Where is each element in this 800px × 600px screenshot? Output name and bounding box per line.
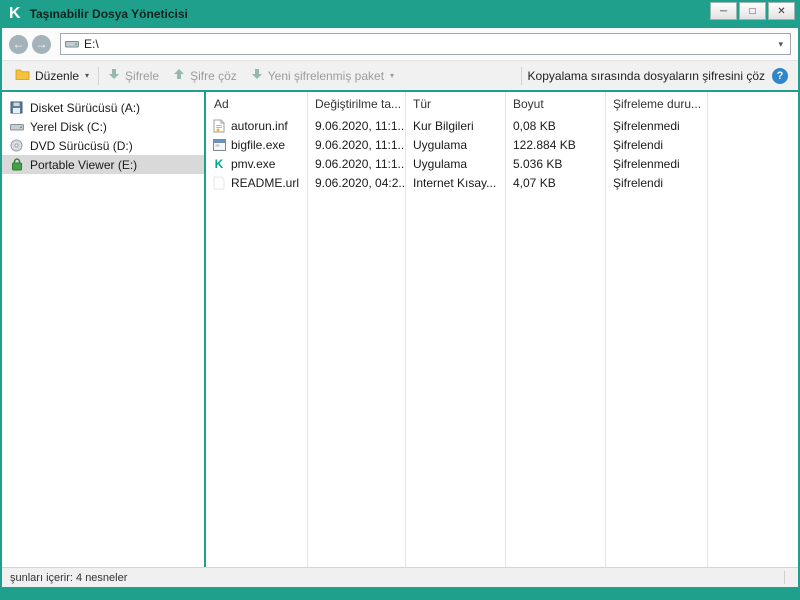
folder-icon <box>15 68 30 83</box>
kaspersky-logo-icon: K <box>9 5 21 22</box>
column-header-encryption-status[interactable]: Şifreleme duru... <box>605 97 707 111</box>
copy-decrypt-group: Kopyalama sırasında dosyaların şifresini… <box>524 67 792 84</box>
maximize-button[interactable]: □ <box>739 2 766 20</box>
file-row-readme[interactable]: README.url 9.06.2020, 04:2... Internet K… <box>206 173 798 192</box>
toolbar: Düzenle ▾ Şifrele Şifre çöz Yeni şifrele… <box>2 61 798 90</box>
content-area: Disket Sürücüsü (A:) Yerel Disk (C:) DVD… <box>2 92 798 567</box>
dvd-icon <box>9 139 24 152</box>
encrypt-button[interactable]: Şifrele <box>101 61 166 90</box>
file-name: bigfile.exe <box>231 137 286 152</box>
sidebar-item-dvd-d[interactable]: DVD Sürücüsü (D:) <box>2 136 204 155</box>
column-header-size[interactable]: Boyut <box>505 97 605 111</box>
copy-decrypt-label: Kopyalama sırasında dosyaların şifresini… <box>527 68 765 83</box>
file-size: 4,07 KB <box>513 175 556 190</box>
file-row-autorun[interactable]: autorun.inf 9.06.2020, 11:1... Kur Bilgi… <box>206 116 798 135</box>
title-bar: K Taşınabilir Dosya Yöneticisi ─ □ ✕ <box>2 0 798 28</box>
decrypt-label: Şifre çöz <box>190 68 237 83</box>
sidebar-item-label: DVD Sürücüsü (D:) <box>30 138 133 153</box>
toolbar-divider <box>98 66 100 85</box>
back-button[interactable]: ← <box>9 34 28 54</box>
file-encryption-status: Şifrelendi <box>613 137 664 152</box>
address-bar[interactable]: E:\ ▾ <box>60 33 791 55</box>
address-dropdown-icon[interactable]: ▾ <box>775 39 786 50</box>
file-name: README.url <box>231 175 300 190</box>
toolbar-divider <box>520 66 522 85</box>
file-encryption-status: Şifrelenmedi <box>613 156 680 171</box>
file-modified: 9.06.2020, 04:2... <box>315 175 405 190</box>
file-modified: 9.06.2020, 11:1... <box>315 137 405 152</box>
lock-icon <box>9 158 24 171</box>
drive-sidebar: Disket Sürücüsü (A:) Yerel Disk (C:) DVD… <box>2 92 204 567</box>
forward-arrow-icon: → <box>35 37 48 51</box>
exe-file-icon <box>212 138 226 151</box>
window-title: Taşınabilir Dosya Yöneticisi <box>29 7 188 21</box>
list-header: Ad Değiştirilme ta... Tür Boyut Şifrelem… <box>206 92 798 116</box>
file-list-panel: Ad Değiştirilme ta... Tür Boyut Şifrelem… <box>206 92 798 567</box>
new-package-caret-icon: ▾ <box>390 71 395 80</box>
new-encrypted-package-button[interactable]: Yeni şifrelenmiş paket ▾ <box>244 61 401 90</box>
file-encryption-status: Şifrelendi <box>613 175 664 190</box>
file-size: 5.036 KB <box>513 156 563 171</box>
statusbar-divider <box>784 571 785 584</box>
encrypt-arrow-icon <box>108 68 120 83</box>
help-icon[interactable]: ? <box>772 67 788 84</box>
bottom-accent-bar <box>2 587 798 600</box>
sidebar-item-label: Yerel Disk (C:) <box>30 119 107 134</box>
new-package-label: Yeni şifrelenmiş paket <box>267 68 385 83</box>
column-header-type[interactable]: Tür <box>405 97 505 111</box>
status-bar: şunları içerir: 4 nesneler <box>2 567 798 587</box>
url-file-icon <box>212 176 226 190</box>
file-type: Uygulama <box>413 156 468 171</box>
decrypt-arrow-icon <box>173 68 185 83</box>
encrypt-label: Şifrele <box>125 68 160 83</box>
file-row-bigfile[interactable]: bigfile.exe 9.06.2020, 11:1... Uygulama … <box>206 135 798 154</box>
edit-caret-icon: ▾ <box>85 71 90 80</box>
minimize-button[interactable]: ─ <box>710 2 737 20</box>
window-controls: ─ □ ✕ <box>710 2 795 20</box>
file-encryption-status: Şifrelenmedi <box>613 118 680 133</box>
edit-menu-button[interactable]: Düzenle ▾ <box>8 61 96 90</box>
file-name: pmv.exe <box>231 156 276 171</box>
file-name: autorun.inf <box>231 118 288 133</box>
maximize-icon: □ <box>749 5 756 17</box>
file-type: Internet Kısay... <box>413 175 497 190</box>
hard-drive-icon <box>9 121 24 133</box>
file-modified: 9.06.2020, 11:1... <box>315 118 405 133</box>
status-text: şunları içerir: 4 nesneler <box>10 571 128 584</box>
navigation-bar: ← → E:\ ▾ <box>2 28 798 61</box>
app-window: K Taşınabilir Dosya Yöneticisi ─ □ ✕ ← →… <box>0 0 800 600</box>
sidebar-item-portable-viewer-e[interactable]: Portable Viewer (E:) <box>2 155 204 174</box>
decrypt-button[interactable]: Şifre çöz <box>166 61 244 90</box>
sidebar-item-label: Disket Sürücüsü (A:) <box>30 100 141 115</box>
file-modified: 9.06.2020, 11:1... <box>315 156 405 171</box>
kaspersky-file-icon: K <box>214 156 224 171</box>
package-arrow-icon <box>251 68 263 83</box>
file-row-pmv[interactable]: K pmv.exe 9.06.2020, 11:1... Uygulama 5.… <box>206 154 798 173</box>
floppy-icon <box>9 101 24 114</box>
minimize-icon: ─ <box>719 5 728 17</box>
back-arrow-icon: ← <box>12 37 25 51</box>
file-type: Uygulama <box>413 137 468 152</box>
edit-menu-label: Düzenle <box>35 68 80 83</box>
file-size: 122.884 KB <box>513 137 576 152</box>
close-icon: ✕ <box>777 5 786 17</box>
address-text: E:\ <box>84 37 99 51</box>
inf-file-icon <box>212 119 226 133</box>
file-size: 0,08 KB <box>513 118 556 133</box>
drive-icon <box>65 38 79 50</box>
sidebar-item-floppy-a[interactable]: Disket Sürücüsü (A:) <box>2 98 204 117</box>
sidebar-item-label: Portable Viewer (E:) <box>30 157 138 172</box>
file-type: Kur Bilgileri <box>413 118 474 133</box>
forward-button[interactable]: → <box>32 34 51 54</box>
sidebar-item-local-disk-c[interactable]: Yerel Disk (C:) <box>2 117 204 136</box>
column-header-modified[interactable]: Değiştirilme ta... <box>307 97 405 111</box>
column-header-name[interactable]: Ad <box>206 97 307 111</box>
close-button[interactable]: ✕ <box>768 2 795 20</box>
